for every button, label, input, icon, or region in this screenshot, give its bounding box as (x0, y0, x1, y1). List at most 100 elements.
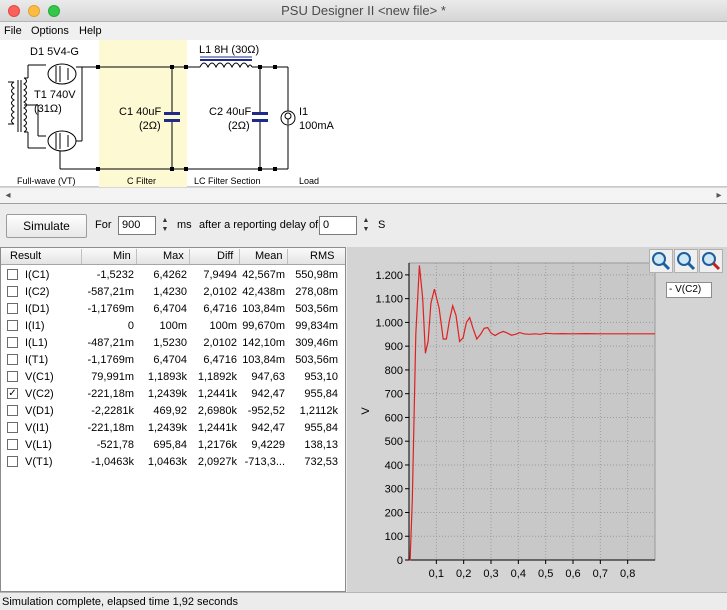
result-checkbox[interactable] (7, 405, 18, 416)
load-current: 100mA (299, 120, 334, 132)
rectifier-tube-upper[interactable] (47, 63, 82, 85)
result-checkbox[interactable] (7, 303, 18, 314)
col-max[interactable]: Max (163, 250, 184, 262)
result-rms: 732,53 (304, 456, 338, 468)
delay-input[interactable]: 0 (319, 216, 357, 235)
result-diff: 7,9494 (203, 269, 237, 281)
delay-label: after a reporting delay of (199, 219, 319, 231)
load-label: I1 (299, 106, 309, 118)
result-checkbox[interactable] (7, 354, 18, 365)
result-checkbox[interactable] (7, 371, 18, 382)
result-checkbox[interactable] (7, 422, 18, 433)
delay-stepper[interactable]: ▲ ▼ (361, 216, 371, 235)
y-tick-label: 600 (385, 412, 403, 424)
x-tick-label: 0,5 (538, 568, 553, 580)
menu-file[interactable]: File (4, 25, 22, 37)
scroll-left-icon[interactable]: ◂ (0, 188, 16, 204)
capacitor-c2[interactable] (252, 112, 268, 122)
result-mean: -952,52 (247, 405, 285, 417)
result-mean: -713,3... (244, 456, 285, 468)
result-diff: 1,2441k (197, 422, 237, 434)
table-row[interactable]: V(L1) -521,78 695,84 1,2176k 9,4229 138,13 (1, 437, 345, 454)
table-row[interactable]: V(I1) -221,18m 1,2439k 1,2441k 942,47 955,84 (1, 420, 345, 437)
col-rms[interactable]: RMS (310, 250, 334, 262)
result-max: 6,4704 (153, 354, 187, 366)
simulation-toolbar: Simulate For 900 ▲ ▼ ms after a reportin… (0, 205, 727, 247)
voltage-chart: 0 100 200 300 400 500 600 700 800 900 1.000 1.100 1.… (360, 262, 656, 580)
duration-input[interactable]: 900 (118, 216, 156, 235)
result-mean: 142,10m (242, 337, 285, 349)
result-min: -1,5232 (96, 269, 134, 281)
col-result[interactable]: Result (10, 250, 41, 262)
scroll-right-icon[interactable]: ▸ (711, 188, 727, 204)
table-row[interactable]: I(C2) -587,21m 1,4230 2,0102 42,438m 278,08m (1, 284, 345, 301)
result-diff: 2,0102 (203, 337, 237, 349)
zoom-fit-icon[interactable] (674, 249, 698, 273)
result-checkbox[interactable]: ✓ (7, 388, 18, 399)
table-row[interactable]: V(C1) 79,991m 1,1893k 1,1892k 947,63 953,10 (1, 369, 345, 386)
inductor-l1[interactable] (199, 56, 253, 69)
result-checkbox[interactable] (7, 286, 18, 297)
result-name: I(D1) (25, 303, 50, 315)
result-max: 1,0463k (147, 456, 187, 468)
table-row[interactable]: I(D1) -1,1769m 6,4704 6,4716 103,84m 503,56m (1, 301, 345, 318)
result-name: I(I1) (25, 320, 45, 332)
table-row[interactable]: ✓ V(C2) -221,18m 1,2439k 1,2441k 942,47 955,84 (1, 386, 345, 403)
table-row[interactable]: V(T1) -1,0463k 1,0463k 2,0927k -713,3... 732,… (1, 454, 345, 471)
circuit-schematic (8, 40, 296, 187)
result-rms: 309,46m (295, 337, 338, 349)
stepper-up-icon[interactable]: ▲ (160, 216, 170, 225)
circuit-horizontal-scrollbar[interactable]: ◂ ▸ (0, 187, 727, 204)
menu-help[interactable]: Help (79, 25, 102, 37)
table-row[interactable]: I(L1) -487,21m 1,5230 2,0102 142,10m 309,46m (1, 335, 345, 352)
window-title: PSU Designer II <new file> * (281, 3, 446, 18)
plot-area (408, 262, 656, 561)
result-checkbox[interactable] (7, 456, 18, 467)
table-row[interactable]: I(T1) -1,1769m 6,4704 6,4716 103,84m 503,56m (1, 352, 345, 369)
chart-legend: - V(C2) (666, 282, 712, 298)
result-rms: 955,84 (304, 422, 338, 434)
result-checkbox[interactable] (7, 269, 18, 280)
result-name: I(C2) (25, 286, 50, 298)
stepper-down-icon[interactable]: ▼ (361, 225, 371, 234)
result-max: 1,2439k (147, 422, 187, 434)
result-name: V(L1) (25, 439, 52, 451)
simulate-button[interactable]: Simulate (6, 214, 87, 238)
result-checkbox[interactable] (7, 439, 18, 450)
status-bar: Simulation complete, elapsed time 1,92 s… (0, 592, 727, 610)
result-mean: 947,63 (251, 371, 285, 383)
stepper-up-icon[interactable]: ▲ (361, 216, 371, 225)
result-min: -221,18m (87, 422, 134, 434)
section-fullwave-label: Full-wave (VT) (17, 176, 76, 186)
result-checkbox[interactable] (7, 320, 18, 331)
result-mean: 42,438m (242, 286, 285, 298)
result-mean: 42,567m (242, 269, 285, 281)
table-row[interactable]: V(D1) -2,2281k 469,92 2,6980k -952,52 1,2112k (1, 403, 345, 420)
result-rms: 1,2112k (299, 405, 338, 417)
menu-options[interactable]: Options (31, 25, 69, 37)
rectifier-tube-lower[interactable] (47, 130, 77, 152)
result-mean: 99,670m (242, 320, 285, 332)
duration-stepper[interactable]: ▲ ▼ (160, 216, 170, 235)
x-tick-label: 0,2 (456, 568, 471, 580)
result-rms: 955,84 (304, 388, 338, 400)
section-cfilter-label: C Filter (127, 176, 156, 186)
zoom-out-icon[interactable] (699, 249, 723, 273)
col-mean[interactable]: Mean (255, 250, 283, 262)
result-name: V(D1) (25, 405, 54, 417)
col-diff[interactable]: Diff (217, 250, 233, 262)
col-min[interactable]: Min (113, 250, 131, 262)
current-source-i1[interactable] (280, 110, 296, 126)
table-row[interactable]: I(I1) 0 100m 100m 99,670m 99,834m (1, 318, 345, 335)
result-checkbox[interactable] (7, 337, 18, 348)
result-min: 0 (127, 320, 134, 332)
table-row[interactable]: I(C1) -1,5232 6,4262 7,9494 42,567m 550,98m (1, 267, 345, 284)
zoom-in-icon[interactable] (649, 249, 673, 273)
c2-resistance: (2Ω) (228, 120, 250, 132)
stepper-down-icon[interactable]: ▼ (160, 225, 170, 234)
result-rms: 503,56m (295, 303, 338, 315)
y-tick-label: 300 (385, 484, 403, 496)
delay-unit: S (378, 219, 386, 231)
result-max: 469,92 (153, 405, 187, 417)
y-tick-label: 500 (385, 436, 403, 448)
